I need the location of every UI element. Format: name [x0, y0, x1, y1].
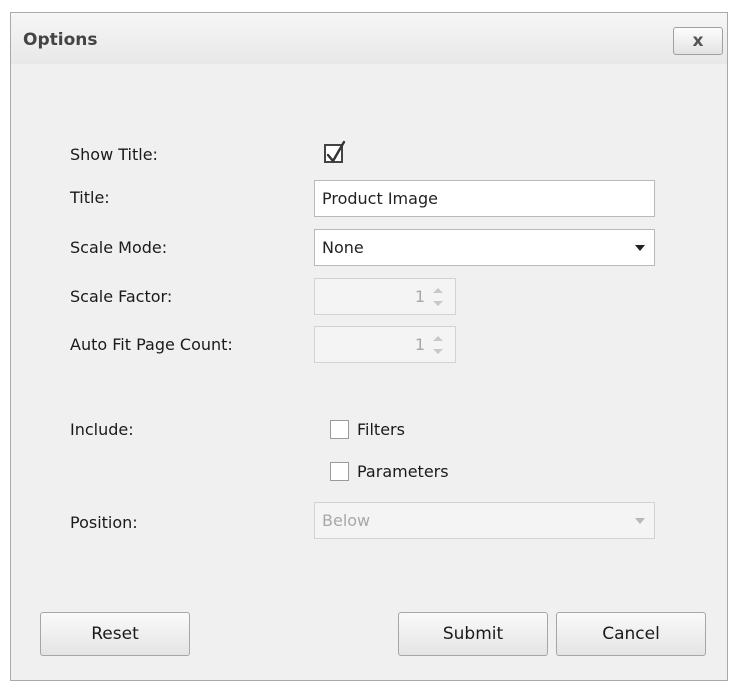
scale-mode-label: Scale Mode:	[70, 238, 168, 257]
close-button[interactable]: x	[673, 27, 723, 55]
position-select: Below	[314, 502, 655, 539]
show-title-label: Show Title:	[70, 145, 158, 164]
cancel-button[interactable]: Cancel	[556, 612, 706, 656]
checkmark-icon	[326, 140, 346, 163]
auto-fit-label: Auto Fit Page Count:	[70, 335, 233, 354]
scale-factor-spinner[interactable]: 1	[314, 278, 456, 315]
reset-button[interactable]: Reset	[40, 612, 190, 656]
close-icon: x	[692, 31, 704, 51]
auto-fit-spinner[interactable]: 1	[314, 326, 456, 363]
filters-checkbox[interactable]	[330, 420, 349, 439]
spin-up-icon[interactable]	[433, 336, 443, 341]
show-title-checkbox[interactable]	[324, 140, 346, 163]
dialog-title: Options	[23, 30, 98, 50]
chevron-down-icon[interactable]	[635, 245, 645, 251]
auto-fit-value: 1	[414, 335, 425, 354]
spin-down-icon[interactable]	[433, 349, 443, 354]
submit-button[interactable]: Submit	[398, 612, 548, 656]
filters-label[interactable]: Filters	[357, 420, 405, 439]
chevron-down-icon	[635, 518, 645, 524]
scale-mode-select[interactable]: None	[314, 229, 655, 266]
spin-down-icon[interactable]	[433, 301, 443, 306]
position-value: Below	[322, 511, 371, 530]
scale-factor-label: Scale Factor:	[70, 287, 173, 306]
parameters-label[interactable]: Parameters	[357, 462, 449, 481]
title-bar: Options x	[11, 13, 727, 64]
scale-mode-value: None	[322, 238, 364, 257]
include-label: Include:	[70, 420, 134, 439]
scale-factor-value: 1	[414, 287, 425, 306]
spin-up-icon[interactable]	[433, 288, 443, 293]
title-input[interactable]: Product Image	[314, 180, 655, 217]
position-label: Position:	[70, 513, 138, 532]
title-label: Title:	[70, 188, 110, 207]
parameters-checkbox[interactable]	[330, 462, 349, 481]
